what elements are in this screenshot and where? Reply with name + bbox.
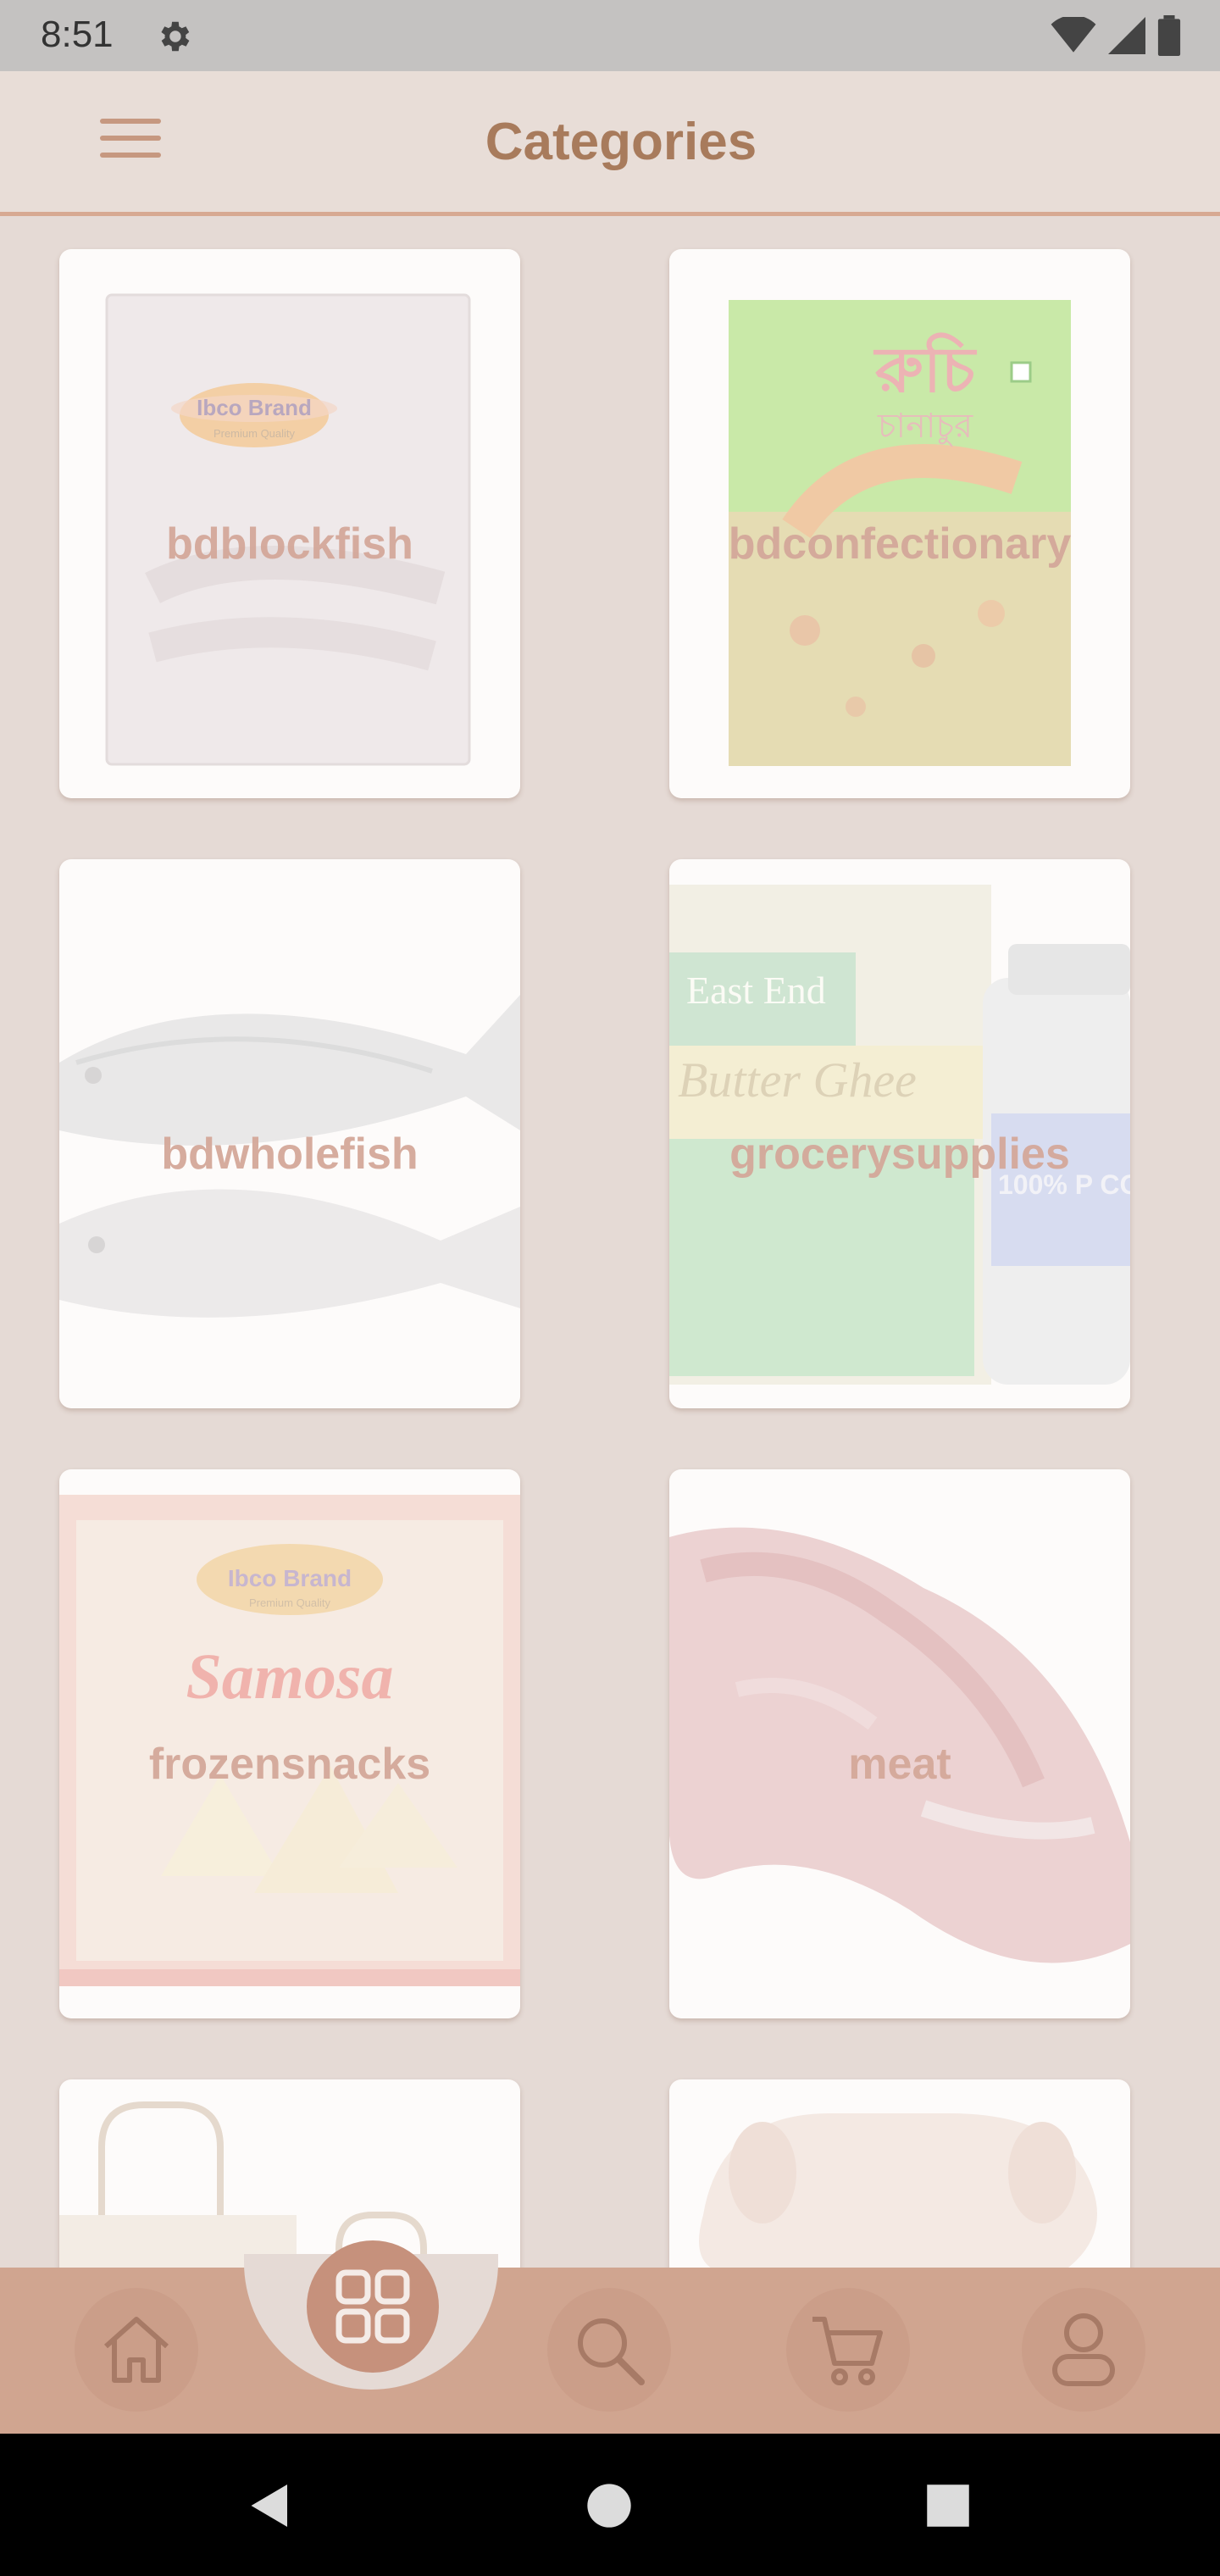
category-label: frozensnacks	[148, 1740, 431, 1789]
category-card-bdconfectionary[interactable]: রুচি চানাচুর bdconfectionary	[669, 249, 1130, 798]
wifi-icon	[1051, 17, 1096, 53]
category-label: grocerysupplies	[729, 1130, 1070, 1179]
page-title: Categories	[485, 113, 757, 171]
package-sub-text: চানাচুর	[877, 407, 973, 447]
home-circle-icon	[587, 2484, 631, 2528]
profile-icon	[1052, 2313, 1115, 2386]
package-tag-text: Premium Quality	[249, 1596, 331, 1609]
nav-categories-button[interactable]	[307, 2240, 439, 2373]
category-card-7[interactable]	[59, 2079, 520, 2268]
back-triangle-icon	[251, 2484, 287, 2527]
category-label: bdblockfish	[166, 519, 413, 569]
home-icon	[104, 2317, 169, 2383]
search-icon	[578, 2318, 645, 2385]
package-tag-text: Premium Quality	[214, 427, 296, 440]
package-brand-text: Ibco Brand	[228, 1565, 352, 1591]
system-back-button[interactable]	[232, 2468, 308, 2544]
category-label: meat	[848, 1740, 951, 1789]
category-label: bdconfectionary	[728, 519, 1072, 569]
paper-bag-image	[59, 2101, 427, 2268]
grid-icon	[336, 2269, 410, 2344]
nav-home-button[interactable]	[75, 2288, 198, 2412]
package-text: Butter Ghee	[678, 1052, 917, 1108]
system-home-button[interactable]	[571, 2468, 647, 2544]
package-brand-text: Ibco Brand	[197, 395, 312, 420]
nav-profile-button[interactable]	[1022, 2288, 1145, 2412]
category-card-bdwholefish[interactable]: bdwholefish	[59, 859, 520, 1408]
category-label: bdwholefish	[161, 1130, 419, 1179]
recents-square-icon	[927, 2484, 969, 2527]
status-bar: 8:51	[0, 0, 1220, 71]
package-text: Samosa	[186, 1641, 394, 1713]
cart-icon	[812, 2317, 883, 2385]
system-recents-button[interactable]	[910, 2468, 986, 2544]
app-bar-divider	[0, 212, 1220, 216]
category-card-grocerysupplies[interactable]: East End Butter Ghee 100% P COCONU groce…	[669, 859, 1130, 1408]
category-grid: Ibco Brand Premium Quality bdblockfish র…	[0, 220, 1220, 2268]
settings-gear-icon	[161, 21, 190, 52]
category-card-frozensnacks[interactable]: Ibco Brand Premium Quality Samosa frozen…	[59, 1469, 520, 2018]
category-card-bdblockfish[interactable]: Ibco Brand Premium Quality bdblockfish	[59, 249, 520, 798]
package-brand-text: রুচি	[873, 331, 978, 407]
category-card-8[interactable]	[669, 2079, 1130, 2268]
battery-icon	[1157, 15, 1181, 56]
category-card-meat[interactable]: meat	[669, 1469, 1130, 2018]
nav-cart-button[interactable]	[786, 2288, 910, 2412]
chicken-image	[699, 2113, 1097, 2268]
package-brand-text: East End	[686, 969, 826, 1012]
status-time: 8:51	[41, 14, 114, 55]
system-nav-bar	[0, 2434, 1220, 2576]
nav-search-button[interactable]	[547, 2288, 671, 2412]
signal-icon	[1108, 17, 1145, 54]
